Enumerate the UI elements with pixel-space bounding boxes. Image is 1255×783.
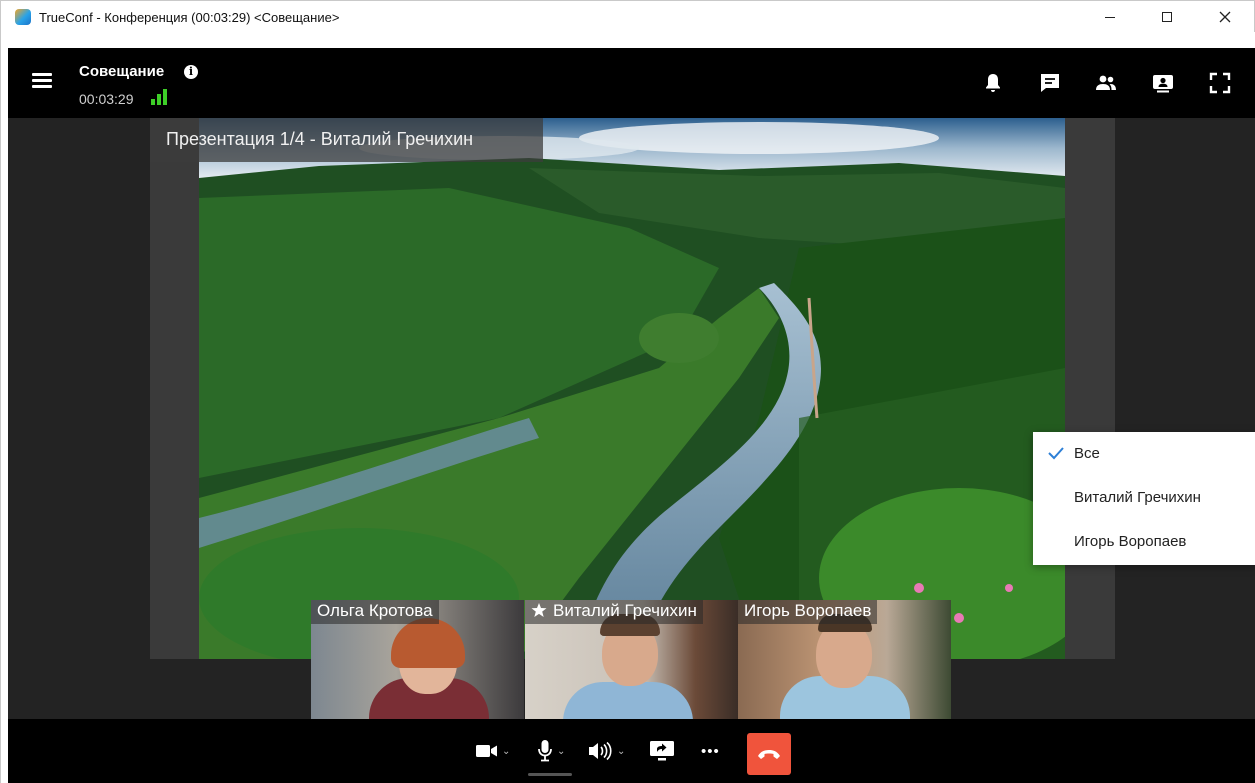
- minimize-button[interactable]: [1087, 1, 1133, 33]
- speaker-options-chevron-icon[interactable]: ⌄: [617, 746, 625, 757]
- trueconf-logo-icon: [15, 9, 31, 25]
- control-bar: ⌄ ⌄ ⌄ •••: [8, 719, 1255, 783]
- camera-button[interactable]: ⌄: [475, 737, 510, 765]
- signal-strength-icon: [151, 89, 169, 105]
- maximize-icon: [1162, 12, 1172, 22]
- dropdown-item-igor[interactable]: Игорь Воропаев: [1033, 520, 1255, 564]
- participant-name: Игорь Воропаев: [738, 600, 878, 624]
- microphone-icon: [538, 740, 552, 762]
- conference-title: Совещание: [79, 63, 165, 80]
- participant-name: Ольга Кротова: [311, 600, 439, 624]
- presentation-caption: Презентация 1/4 - Виталий Гречихин: [150, 118, 543, 162]
- microphone-level-indicator: [528, 773, 572, 776]
- more-button[interactable]: •••: [701, 737, 720, 765]
- window-title: TrueConf - Конференция (00:03:29) <Совещ…: [39, 10, 340, 25]
- microphone-button[interactable]: ⌄: [536, 737, 565, 765]
- hangup-icon: [758, 750, 780, 759]
- menu-button[interactable]: [32, 73, 52, 89]
- info-icon[interactable]: i: [184, 65, 198, 79]
- layout-button[interactable]: [1149, 70, 1177, 96]
- chat-icon: [1041, 74, 1059, 92]
- dropdown-item-label: Игорь Воропаев: [1074, 533, 1187, 550]
- fullscreen-button[interactable]: [1206, 70, 1234, 96]
- participants-button[interactable]: [1092, 70, 1120, 96]
- camera-options-chevron-icon[interactable]: ⌄: [502, 746, 510, 757]
- check-icon: [1048, 447, 1064, 460]
- minimize-icon: [1105, 16, 1115, 18]
- speaker-button[interactable]: ⌄: [588, 737, 625, 765]
- participant-tile[interactable]: Игорь Воропаев: [738, 600, 951, 719]
- notifications-button[interactable]: [979, 70, 1007, 96]
- presentation-slide: [199, 118, 1065, 659]
- conference-timer: 00:03:29: [79, 91, 134, 107]
- dropdown-item-label: Все: [1074, 445, 1100, 462]
- dropdown-item-vitaly[interactable]: Виталий Гречихин: [1033, 476, 1255, 520]
- participant-name: Виталий Гречихин: [525, 600, 703, 624]
- participant-video: [563, 682, 693, 719]
- fullscreen-icon: [1209, 72, 1231, 94]
- hangup-button[interactable]: [747, 733, 791, 775]
- conference-header: Совещание i 00:03:29: [8, 48, 1255, 118]
- share-screen-button[interactable]: [649, 737, 675, 765]
- layout-icon: [1153, 75, 1173, 93]
- speaker-icon: [589, 741, 612, 761]
- star-icon: [531, 603, 547, 617]
- maximize-button[interactable]: [1144, 1, 1190, 33]
- share-screen-icon: [650, 741, 674, 761]
- dropdown-item-all[interactable]: Все: [1033, 432, 1255, 476]
- chat-button[interactable]: [1036, 70, 1064, 96]
- participants-icon: [1096, 75, 1116, 90]
- window-left-border: [0, 32, 8, 783]
- bell-icon: [986, 74, 1000, 92]
- more-icon: •••: [701, 742, 720, 760]
- dropdown-item-label: Виталий Гречихин: [1074, 489, 1201, 506]
- participant-name-text: Виталий Гречихин: [553, 601, 697, 620]
- close-button[interactable]: [1202, 1, 1248, 33]
- participant-filter-dropdown: Все Виталий Гречихин Игорь Воропаев: [1033, 432, 1255, 565]
- microphone-options-chevron-icon[interactable]: ⌄: [557, 746, 565, 757]
- participant-tile[interactable]: Виталий Гречихин: [525, 600, 738, 719]
- menu-icon: [32, 73, 52, 76]
- camera-icon: [476, 745, 497, 757]
- window-titlebar: TrueConf - Конференция (00:03:29) <Совещ…: [0, 0, 1255, 32]
- close-icon: [1219, 11, 1231, 23]
- landscape-image: [199, 118, 1065, 659]
- participant-tile[interactable]: Ольга Кротова: [311, 600, 524, 719]
